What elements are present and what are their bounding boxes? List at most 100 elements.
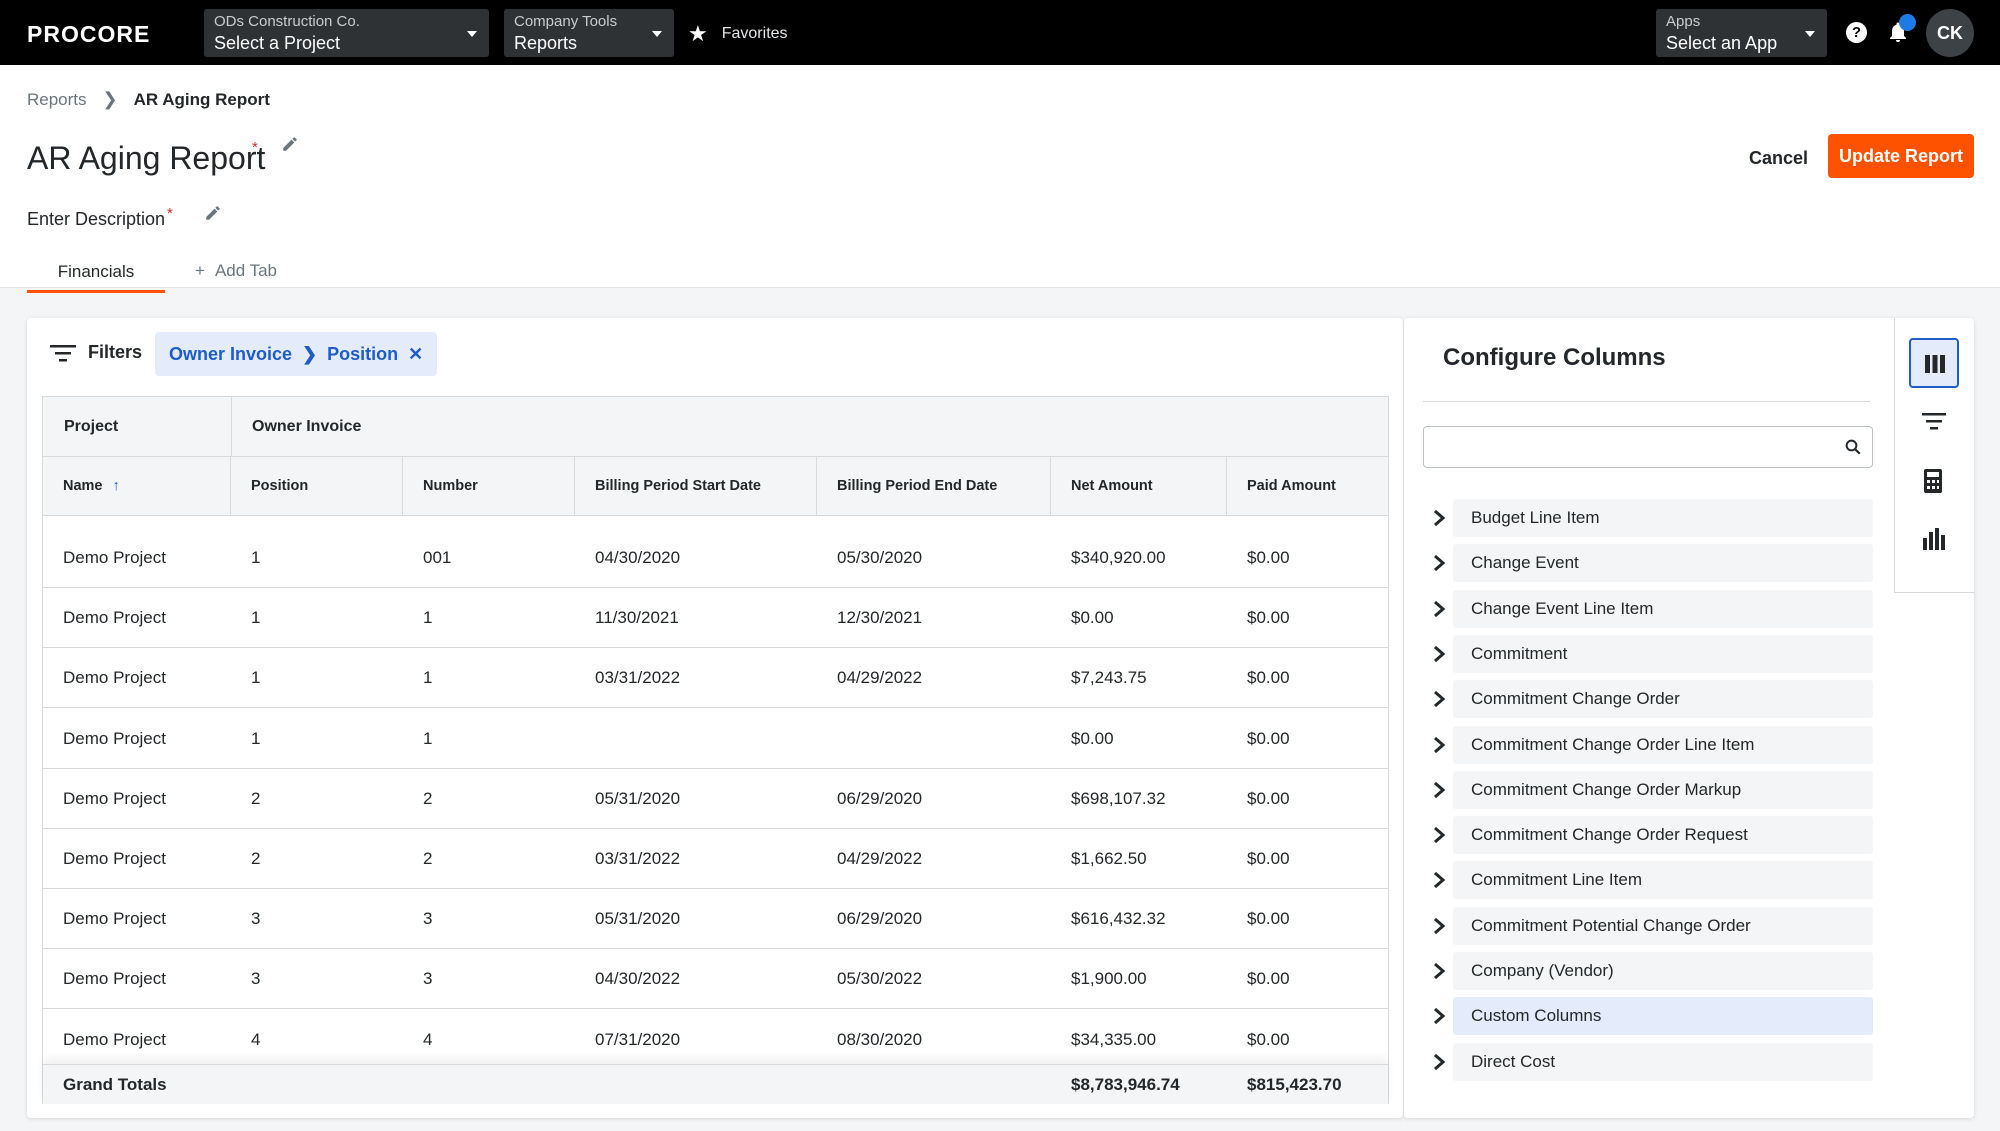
column-source-item[interactable]: Commitment Change Order Request <box>1423 816 1873 855</box>
chevron-right-icon[interactable] <box>1429 644 1449 664</box>
filter-tool-button[interactable] <box>1909 397 1959 447</box>
chevron-right-icon[interactable] <box>1429 599 1449 619</box>
chevron-right-icon[interactable] <box>1429 553 1449 573</box>
cell-paid-amount: $0.00 <box>1247 969 1290 989</box>
edit-description-pencil-icon[interactable] <box>204 204 222 222</box>
column-header-billing-start[interactable]: Billing Period Start Date <box>575 457 817 516</box>
required-asterisk: * <box>252 139 258 156</box>
group-project: Project <box>64 418 119 435</box>
cell-name: Demo Project <box>63 969 166 989</box>
table-row[interactable]: Demo Project 2 2 03/31/2022 04/29/2022 $1,662… <box>43 829 1388 889</box>
filter-chip-part2: Position <box>327 343 399 364</box>
procore-logo[interactable]: PROCORE <box>27 21 150 48</box>
column-source-item[interactable]: Commitment Change Order Markup <box>1423 770 1873 809</box>
column-header-number[interactable]: Number <box>403 457 575 516</box>
cell-position: 3 <box>251 909 261 929</box>
help-icon[interactable]: ? <box>1846 22 1867 43</box>
chevron-right-icon[interactable] <box>1429 735 1449 755</box>
cell-billing-start: 04/30/2020 <box>595 548 681 567</box>
cell-billing-end: 05/30/2020 <box>837 548 923 567</box>
table-row[interactable]: Demo Project 3 3 04/30/2022 05/30/2022 $1,900… <box>43 949 1388 1010</box>
chevron-right-icon[interactable] <box>1429 689 1449 709</box>
chevron-right-icon[interactable] <box>1429 1052 1449 1072</box>
chart-tool-button[interactable] <box>1909 515 1959 565</box>
project-selector[interactable]: ODs Construction Co. Select a Project <box>204 9 489 57</box>
notification-badge <box>1899 14 1916 31</box>
column-source-item[interactable]: Commitment Change Order Line Item <box>1423 725 1873 764</box>
column-source-label: Commitment Change Order Line Item <box>1453 725 1873 764</box>
table-row[interactable]: Demo Project 3 3 05/31/2020 06/29/2020 $616,4… <box>43 889 1388 950</box>
chevron-right-icon[interactable] <box>1429 1006 1449 1026</box>
user-avatar[interactable]: CK <box>1926 9 1974 57</box>
cell-billing-start: 05/31/2020 <box>595 909 681 929</box>
column-header-net-amount[interactable]: Net Amount <box>1051 457 1227 516</box>
cell-position: 1 <box>251 728 261 748</box>
cell-paid-amount: $0.00 <box>1247 788 1290 808</box>
column-header-billing-end[interactable]: Billing Period End Date <box>817 457 1051 516</box>
cell-position: 2 <box>251 849 261 868</box>
cell-billing-start: 04/30/2022 <box>595 969 681 989</box>
add-tab-label: Add Tab <box>214 261 278 280</box>
cell-number: 1 <box>423 728 433 748</box>
chevron-right-icon[interactable] <box>1429 916 1449 936</box>
chevron-right-icon[interactable] <box>1429 508 1449 528</box>
project-selector-label: ODs Construction Co. <box>214 13 360 30</box>
app-selector[interactable]: Apps Select an App <box>1656 9 1827 57</box>
column-source-item[interactable]: Direct Cost <box>1423 1042 1873 1081</box>
column-source-item[interactable]: Custom Columns <box>1423 997 1873 1036</box>
cell-number: 3 <box>423 969 433 989</box>
filter-chip-owner-invoice-position[interactable]: Owner Invoice ❯ Position ✕ <box>155 332 438 376</box>
table-row[interactable]: Demo Project 1 1 03/31/2022 04/29/2022 $7,243… <box>43 648 1388 709</box>
update-report-button[interactable]: Update Report <box>1828 134 1974 178</box>
close-icon[interactable]: ✕ <box>408 344 423 365</box>
column-group-header: Project Owner Invoice <box>43 397 1388 457</box>
column-source-item[interactable]: Company (Vendor) <box>1423 952 1873 990</box>
column-source-label: Commitment Change Order <box>1453 680 1873 719</box>
favorites-button[interactable]: ★ Favorites <box>688 21 788 47</box>
add-tab-button[interactable]: + Add Tab <box>195 261 277 281</box>
breadcrumb-reports-link[interactable]: Reports <box>27 90 87 110</box>
tab-financials[interactable]: Financials <box>27 262 165 293</box>
table-row[interactable]: Demo Project 1 001 04/30/2020 05/30/2020 $340… <box>43 528 1388 588</box>
cell-billing-start: 11/30/2021 <box>595 608 679 628</box>
table-row[interactable]: Demo Project 2 2 05/31/2020 06/29/2020 $698,1… <box>43 769 1388 829</box>
column-header-position[interactable]: Position <box>231 457 403 516</box>
column-source-item[interactable]: Change Event Line Item <box>1423 589 1873 628</box>
chevron-right-icon[interactable] <box>1429 870 1449 890</box>
column-source-label: Company (Vendor) <box>1453 952 1873 990</box>
chevron-right-icon[interactable] <box>1429 780 1449 800</box>
column-source-item[interactable]: Commitment Change Order <box>1423 680 1873 719</box>
cell-billing-end <box>817 709 837 769</box>
table-row[interactable]: Demo Project 1 1 11/30/2021 12/30/2021 $0.00 $… <box>43 588 1388 649</box>
column-header-name[interactable]: Name ↑ <box>43 457 231 516</box>
cell-position: 2 <box>251 788 261 808</box>
column-source-item[interactable]: Budget Line Item <box>1423 499 1873 537</box>
chevron-right-icon[interactable] <box>1429 825 1449 845</box>
grand-totals-row: Grand Totals $8,783,946.74 $815,423.70 <box>43 1064 1388 1104</box>
column-source-item[interactable]: Commitment Potential Change Order <box>1423 906 1873 945</box>
edit-title-pencil-icon[interactable] <box>281 135 299 153</box>
search-icon[interactable] <box>1844 438 1862 456</box>
cell-billing-end: 06/29/2020 <box>837 909 923 929</box>
column-source-item[interactable]: Commitment Line Item <box>1423 861 1873 900</box>
cell-paid-amount: $0.00 <box>1247 1029 1290 1049</box>
filter-icon <box>1922 413 1946 430</box>
cell-name: Demo Project <box>63 608 166 628</box>
report-header: Reports ❯ AR Aging Report AR Aging Repor… <box>0 65 2000 293</box>
cell-net-amount: $0.00 <box>1071 608 1114 628</box>
column-source-label: Commitment Potential Change Order <box>1453 906 1873 945</box>
table-row[interactable]: Demo Project 4 4 07/31/2020 08/30/2020 $34,33… <box>43 1010 1388 1070</box>
calculation-tool-button[interactable] <box>1909 456 1959 506</box>
column-source-item[interactable]: Commitment <box>1423 634 1873 673</box>
cancel-button[interactable]: Cancel <box>1735 137 1822 179</box>
chevron-right-icon[interactable] <box>1429 961 1449 981</box>
column-source-item[interactable]: Change Event <box>1423 544 1873 583</box>
sort-ascending-icon: ↑ <box>112 478 120 494</box>
tool-selector[interactable]: Company Tools Reports <box>504 9 674 57</box>
columns-tool-button[interactable] <box>1909 338 1959 388</box>
column-header-paid-amount[interactable]: Paid Amount <box>1227 457 1390 516</box>
column-search-input[interactable] <box>1423 426 1873 468</box>
table-row[interactable]: Demo Project 1 1 $0.00 $0.00 <box>43 709 1388 769</box>
group-owner-invoice: Owner Invoice <box>252 418 362 435</box>
filters-button[interactable]: Filters <box>50 342 142 363</box>
